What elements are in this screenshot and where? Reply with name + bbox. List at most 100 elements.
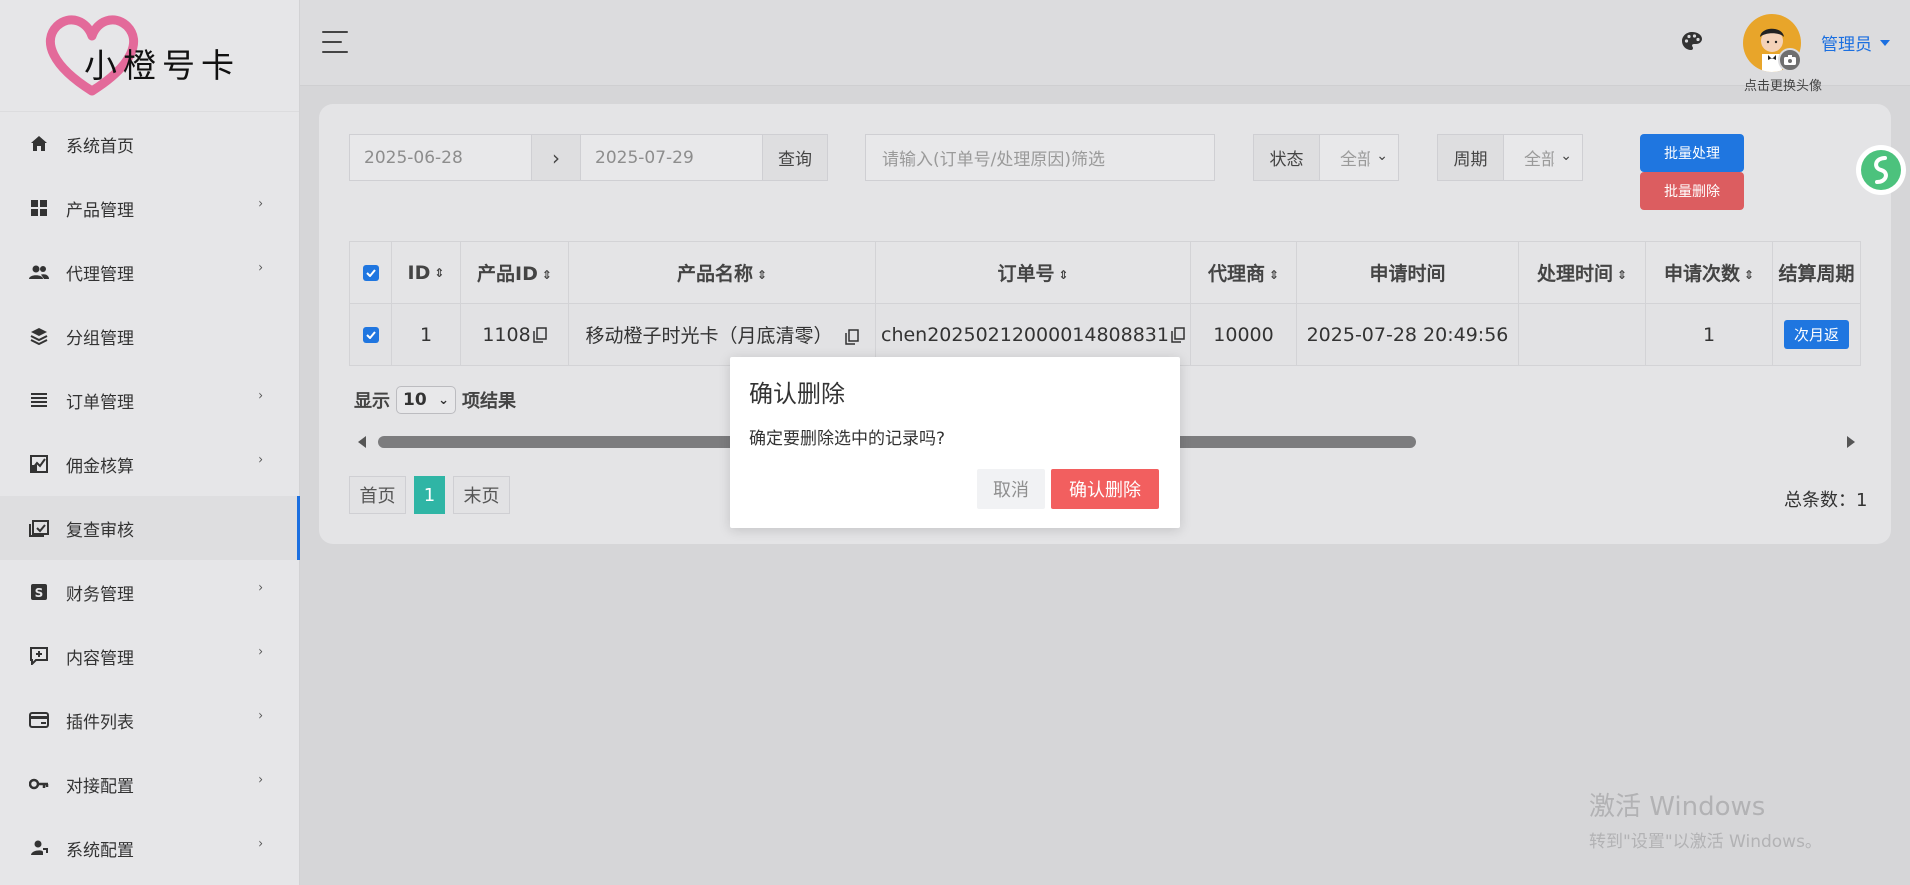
cycle-badge[interactable]: 次月返 <box>1783 320 1849 349</box>
chevron-right-icon: › <box>258 579 263 595</box>
col-process-time[interactable]: 处理时间 ⇕ <box>1518 241 1646 304</box>
user-menu[interactable]: 管理员 <box>1821 30 1890 55</box>
camera-icon[interactable] <box>1778 48 1802 72</box>
sidebar-item-7[interactable]: 复查审核 <box>0 496 300 560</box>
sort-icon: ⇕ <box>1058 267 1069 282</box>
sidebar-item-4[interactable]: 分组管理 <box>0 304 299 368</box>
product-name-value: 移动橙子时光卡（月底清零） <box>585 325 833 347</box>
end-date-input[interactable]: 2025-07-29 <box>580 134 763 181</box>
scroll-right-icon[interactable] <box>1847 436 1855 448</box>
copy-icon[interactable] <box>532 327 547 343</box>
first-page-button[interactable]: 首页 <box>349 476 406 514</box>
user-cog-icon <box>28 837 50 859</box>
cancel-button[interactable]: 取消 <box>977 469 1045 509</box>
period-label: 周期 <box>1437 134 1504 181</box>
select-all-checkbox[interactable] <box>349 241 392 304</box>
sidebar-item-11[interactable]: 对接配置 › <box>0 752 299 816</box>
cell-product-id: 1108 <box>460 303 569 366</box>
col-apply-time-label: 申请时间 <box>1369 263 1446 285</box>
caret-down-icon <box>1880 39 1890 46</box>
sidebar-item-9[interactable]: 内容管理 › <box>0 624 299 688</box>
col-product-name-label: 产品名称 <box>676 263 753 285</box>
col-apply-count-label: 申请次数 <box>1663 263 1740 285</box>
sort-icon: ⇕ <box>1743 267 1755 282</box>
sidebar-item-label: 系统首页 <box>66 136 134 157</box>
menu-toggle-icon[interactable] <box>322 31 348 53</box>
sidebar-item-10[interactable]: 插件列表 › <box>0 688 299 752</box>
cell-process-time <box>1518 303 1646 366</box>
status-select[interactable]: 全部 ⌄ <box>1319 134 1399 181</box>
page-1-button[interactable]: 1 <box>414 476 445 514</box>
copy-icon[interactable] <box>844 328 859 345</box>
sidebar-item-label: 对接配置 <box>66 776 134 797</box>
sidebar-item-5[interactable]: 订单管理 › <box>0 368 299 432</box>
avatar-caption[interactable]: 点击更换头像 <box>1744 75 1822 94</box>
cell-apply-count: 1 <box>1645 303 1773 366</box>
sidebar-item-3[interactable]: 代理管理 › <box>0 240 299 304</box>
sidebar-item-1[interactable]: 系统首页 <box>0 112 299 176</box>
sidebar-item-label: 佣金核算 <box>66 456 134 477</box>
watermark-title: 激活 Windows <box>1589 792 1766 822</box>
key-icon <box>28 773 50 795</box>
period-select[interactable]: 全部 ⌄ <box>1503 134 1583 181</box>
page-size-select[interactable]: 10 ⌄ <box>396 386 456 414</box>
col-id[interactable]: ID ⇕ <box>391 241 461 304</box>
dialog-message: 确定要删除选中的记录吗? <box>749 429 946 449</box>
chevron-right-icon: › <box>258 835 263 851</box>
search-input[interactable]: 请输入(订单号/处理原因)筛选 <box>865 134 1215 181</box>
copy-icon[interactable] <box>1171 327 1185 343</box>
windows-activation-watermark: 激活 Windows 转到"设置"以激活 Windows。 <box>1589 786 1822 852</box>
chevron-right-icon: › <box>258 195 263 211</box>
col-order-no[interactable]: 订单号 ⇕ <box>875 241 1191 304</box>
col-product-name[interactable]: 产品名称 ⇕ <box>568 241 876 304</box>
chevron-down-icon: ⌄ <box>438 392 449 408</box>
status-value: 全部 <box>1340 150 1370 170</box>
home-icon <box>28 133 50 155</box>
row-checkbox[interactable] <box>349 303 392 366</box>
confirm-delete-dialog: 确认删除 确定要删除选中的记录吗? 取消 确认删除 <box>730 357 1180 528</box>
cell-agent: 10000 <box>1190 303 1297 366</box>
svg-text:S: S <box>35 586 44 600</box>
content-icon <box>28 645 50 667</box>
start-date-input[interactable]: 2025-06-28 <box>349 134 532 181</box>
batch-delete-button[interactable]: 批量删除 <box>1640 172 1744 210</box>
col-product-id[interactable]: 产品ID ⇕ <box>460 241 569 304</box>
users-icon <box>28 261 50 283</box>
cell-apply-time: 2025-07-28 20:49:56 <box>1296 303 1519 366</box>
review-table: ID ⇕ 产品ID ⇕ 产品名称 ⇕ 订单号 ⇕ 代理商 ⇕ 申请时间 处理时间 ⇕ 申请次… <box>349 241 1861 366</box>
range-arrow: › <box>531 134 581 181</box>
query-button[interactable]: 查询 <box>762 134 828 181</box>
chevron-right-icon: › <box>258 643 263 659</box>
sidebar-item-12[interactable]: 系统配置 › <box>0 816 299 880</box>
chevron-down-icon: ⌄ <box>1376 148 1388 164</box>
sort-icon: ⇕ <box>756 267 768 282</box>
col-agent[interactable]: 代理商 ⇕ <box>1190 241 1297 304</box>
sidebar-item-label: 产品管理 <box>66 200 134 221</box>
batch-process-button[interactable]: 批量处理 <box>1640 134 1744 172</box>
sort-icon: ⇕ <box>1616 267 1628 282</box>
product-id-value: 1108 <box>482 323 531 346</box>
confirm-delete-button[interactable]: 确认删除 <box>1051 469 1159 509</box>
sidebar-item-label: 系统配置 <box>66 840 134 861</box>
sidebar-item-label: 财务管理 <box>66 584 134 605</box>
sort-icon: ⇕ <box>1268 267 1280 282</box>
period-value: 全部 <box>1524 150 1554 170</box>
search-placeholder: 请输入(订单号/处理原因)筛选 <box>882 150 1105 170</box>
grid-icon <box>28 197 50 219</box>
assistant-widget-icon[interactable] <box>1856 145 1906 195</box>
sidebar-item-label: 订单管理 <box>66 392 134 413</box>
col-order-no-label: 订单号 <box>997 263 1055 285</box>
show-label: 显示 <box>354 391 390 412</box>
sidebar-item-6[interactable]: 佣金核算 › <box>0 432 299 496</box>
calendar-check-icon <box>28 517 50 539</box>
scroll-left-icon[interactable] <box>358 436 366 448</box>
logo-text: 小橙号卡 <box>84 45 240 85</box>
last-page-button[interactable]: 末页 <box>453 476 510 514</box>
logo[interactable]: 小橙号卡 <box>0 0 299 112</box>
palette-icon[interactable] <box>1680 30 1704 54</box>
col-apply-count[interactable]: 申请次数 ⇕ <box>1645 241 1773 304</box>
sidebar-item-2[interactable]: 产品管理 › <box>0 176 299 240</box>
col-process-time-label: 处理时间 <box>1536 263 1613 285</box>
col-cycle: 结算周期 <box>1772 241 1861 304</box>
sidebar-item-8[interactable]: S 财务管理 › <box>0 560 299 624</box>
